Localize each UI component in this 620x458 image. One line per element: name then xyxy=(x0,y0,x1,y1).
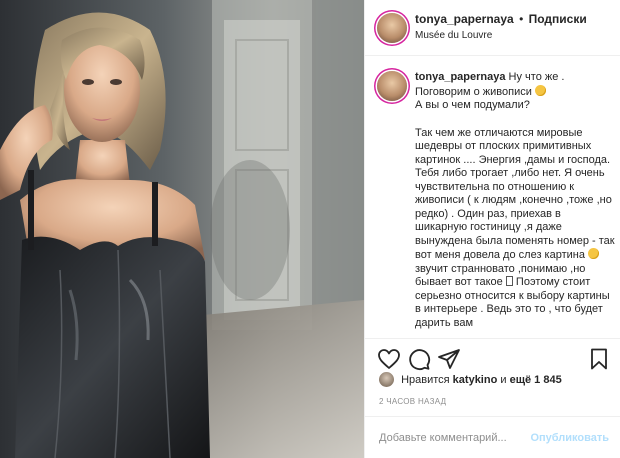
caption-username[interactable]: tonya_papernaya xyxy=(415,71,505,83)
caption-line2: Поговорим о живописи xyxy=(415,85,532,98)
caption-line3: А вы о чем подумали? xyxy=(415,99,530,111)
likes-count-link[interactable]: ещё 1 845 xyxy=(510,374,562,386)
caption-avatar[interactable] xyxy=(377,71,407,101)
comment-box: Опубликовать xyxy=(365,416,620,458)
liker-username[interactable]: katykino xyxy=(453,374,498,386)
caption-text: tonya_papernaya Ну что же . Поговорим о … xyxy=(415,71,615,330)
likes-and: и xyxy=(500,374,507,386)
heart-icon[interactable] xyxy=(377,347,401,371)
following-button[interactable]: Подписки xyxy=(529,12,587,26)
publish-button[interactable]: Опубликовать xyxy=(530,432,609,444)
comment-input[interactable] xyxy=(379,428,529,448)
missing-glyph-icon xyxy=(505,276,513,286)
likes-summary: Нравится katykino и ещё 1 845 xyxy=(379,372,562,392)
author-username[interactable]: tonya_papernaya xyxy=(415,12,514,26)
post-sidebar: tonya_papernaya • Подписки Musée du Louv… xyxy=(364,0,620,458)
post-photo[interactable] xyxy=(0,0,364,458)
caption-section: tonya_papernaya Ну что же . Поговорим о … xyxy=(365,57,620,338)
emoji-icon xyxy=(534,84,546,96)
caption-line1: Ну что же . xyxy=(508,71,565,83)
liker-avatar[interactable] xyxy=(379,372,394,387)
separator-dot: • xyxy=(519,12,524,26)
author-line: tonya_papernaya • Подписки xyxy=(415,12,587,26)
post-timestamp[interactable]: 2 часов назад xyxy=(379,397,446,406)
author-avatar[interactable] xyxy=(377,13,407,43)
bookmark-icon[interactable] xyxy=(587,347,611,371)
post-photo-image xyxy=(0,0,364,458)
post-location[interactable]: Musée du Louvre xyxy=(415,30,492,41)
instagram-post: tonya_papernaya • Подписки Musée du Louv… xyxy=(0,0,620,458)
paper-plane-icon[interactable] xyxy=(437,347,461,371)
post-header: tonya_papernaya • Подписки Musée du Louv… xyxy=(365,0,620,56)
caption-body-1: Так чем же отличаются мировые шедевры от… xyxy=(415,126,615,262)
comment-icon[interactable] xyxy=(407,347,431,371)
emoji-icon xyxy=(588,248,600,259)
likes-prefix: Нравится xyxy=(401,374,450,386)
